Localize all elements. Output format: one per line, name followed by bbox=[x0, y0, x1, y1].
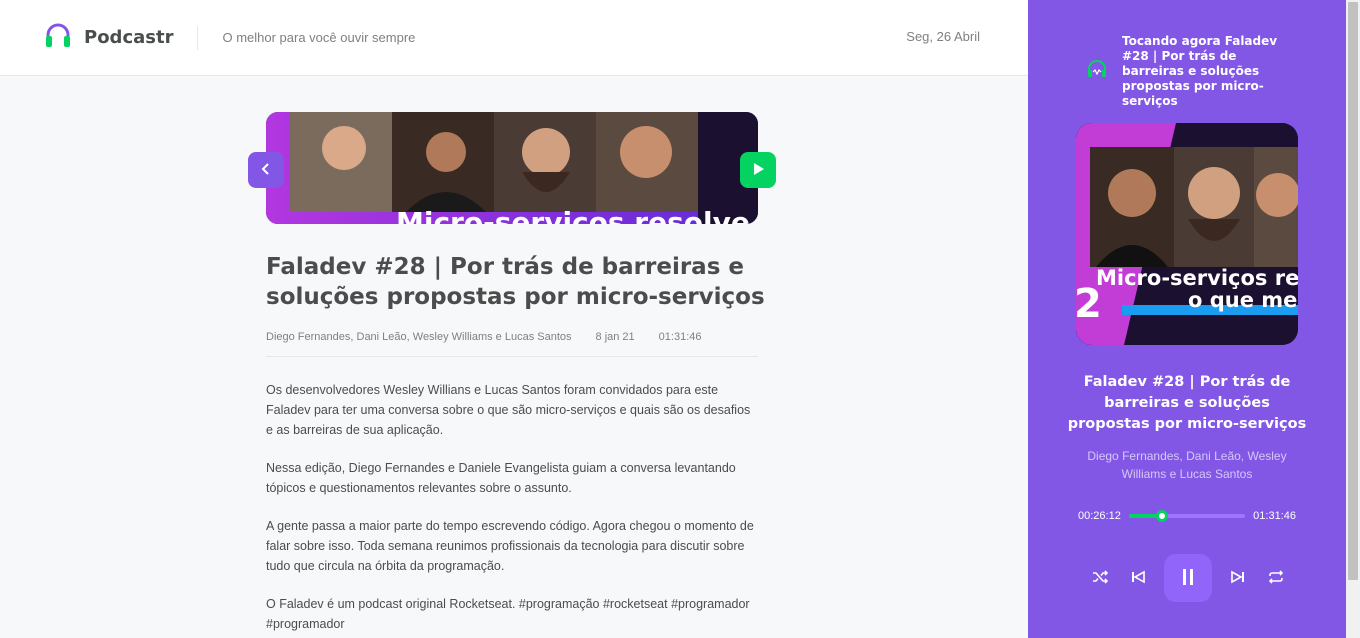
now-playing-text: Tocando agora Faladev #28 | Por trás de … bbox=[1122, 34, 1278, 108]
shuffle-button[interactable] bbox=[1088, 566, 1112, 590]
episode-title: Faladev #28 | Por trás de barreiras e so… bbox=[266, 254, 765, 310]
scrollbar[interactable] bbox=[1346, 0, 1360, 638]
previous-icon bbox=[1130, 569, 1146, 588]
cover-number: 2 bbox=[1076, 281, 1102, 327]
header: Podcastr O melhor para você ouvir sempre… bbox=[0, 0, 1028, 76]
player: Tocando agora Faladev #28 | Por trás de … bbox=[1028, 0, 1346, 638]
now-playing-icon bbox=[1086, 58, 1108, 85]
arrow-left-icon bbox=[259, 162, 273, 179]
description-paragraph: A gente passa a maior parte do tempo esc… bbox=[266, 519, 754, 573]
play-episode-button[interactable] bbox=[740, 152, 776, 188]
tagline: O melhor para você ouvir sempre bbox=[222, 30, 416, 45]
episode-page: Micro-serviços resolve Faladev #28 | Por… bbox=[0, 76, 1028, 638]
headphones-icon bbox=[44, 21, 72, 54]
repeat-button[interactable] bbox=[1264, 566, 1288, 590]
progress: 00:26:12 01:31:46 bbox=[1078, 510, 1296, 522]
player-episode-members: Diego Fernandes, Dani Leão, Wesley Willi… bbox=[1087, 449, 1287, 481]
pause-button[interactable] bbox=[1164, 554, 1212, 602]
pause-icon bbox=[1180, 568, 1196, 589]
current-date: Seg, 26 Abril bbox=[906, 29, 980, 44]
current-time: 00:26:12 bbox=[1078, 510, 1121, 522]
episode-description: Os desenvolvedores Wesley Willians e Luc… bbox=[266, 380, 758, 638]
cover-text-line1: Micro-serviços re bbox=[1096, 266, 1298, 290]
repeat-icon bbox=[1267, 568, 1285, 589]
player-controls bbox=[1088, 554, 1288, 602]
logo[interactable]: Podcastr bbox=[44, 21, 173, 54]
episode-date: 8 jan 21 bbox=[595, 331, 635, 343]
scrollbar-thumb[interactable] bbox=[1348, 2, 1358, 580]
description-paragraph: Nessa edição, Diego Fernandes e Daniele … bbox=[266, 461, 736, 495]
next-button[interactable] bbox=[1226, 566, 1250, 590]
shuffle-icon bbox=[1091, 568, 1109, 589]
now-playing: Tocando agora Faladev #28 | Por trás de … bbox=[1086, 34, 1286, 109]
next-icon bbox=[1230, 569, 1246, 588]
logo-text: Podcastr bbox=[84, 27, 174, 48]
play-icon bbox=[751, 162, 765, 179]
header-divider bbox=[197, 25, 199, 50]
progress-handle[interactable] bbox=[1155, 510, 1168, 522]
episode-members: Diego Fernandes, Dani Leão, Wesley Willi… bbox=[266, 331, 572, 343]
player-episode-title: Faladev #28 | Por trás de barreiras e so… bbox=[1067, 374, 1307, 432]
previous-button[interactable] bbox=[1126, 566, 1150, 590]
episode-thumbnail: Micro-serviços resolve bbox=[266, 112, 758, 224]
player-cover: Micro-serviços re o que me 2 bbox=[1076, 123, 1298, 345]
cover-text-line2: o que me bbox=[1188, 288, 1297, 312]
back-button[interactable] bbox=[248, 152, 284, 188]
total-time: 01:31:46 bbox=[1253, 510, 1296, 522]
description-paragraph: Os desenvolvedores Wesley Willians e Luc… bbox=[266, 383, 751, 437]
progress-slider[interactable] bbox=[1128, 510, 1246, 522]
episode-meta: Diego Fernandes, Dani Leão, Wesley Willi… bbox=[266, 331, 758, 357]
description-paragraph: O Faladev é um podcast original Rocketse… bbox=[266, 597, 750, 631]
thumbnail-text: Micro-serviços resolve bbox=[396, 206, 750, 224]
episode-duration: 01:31:46 bbox=[658, 331, 702, 343]
